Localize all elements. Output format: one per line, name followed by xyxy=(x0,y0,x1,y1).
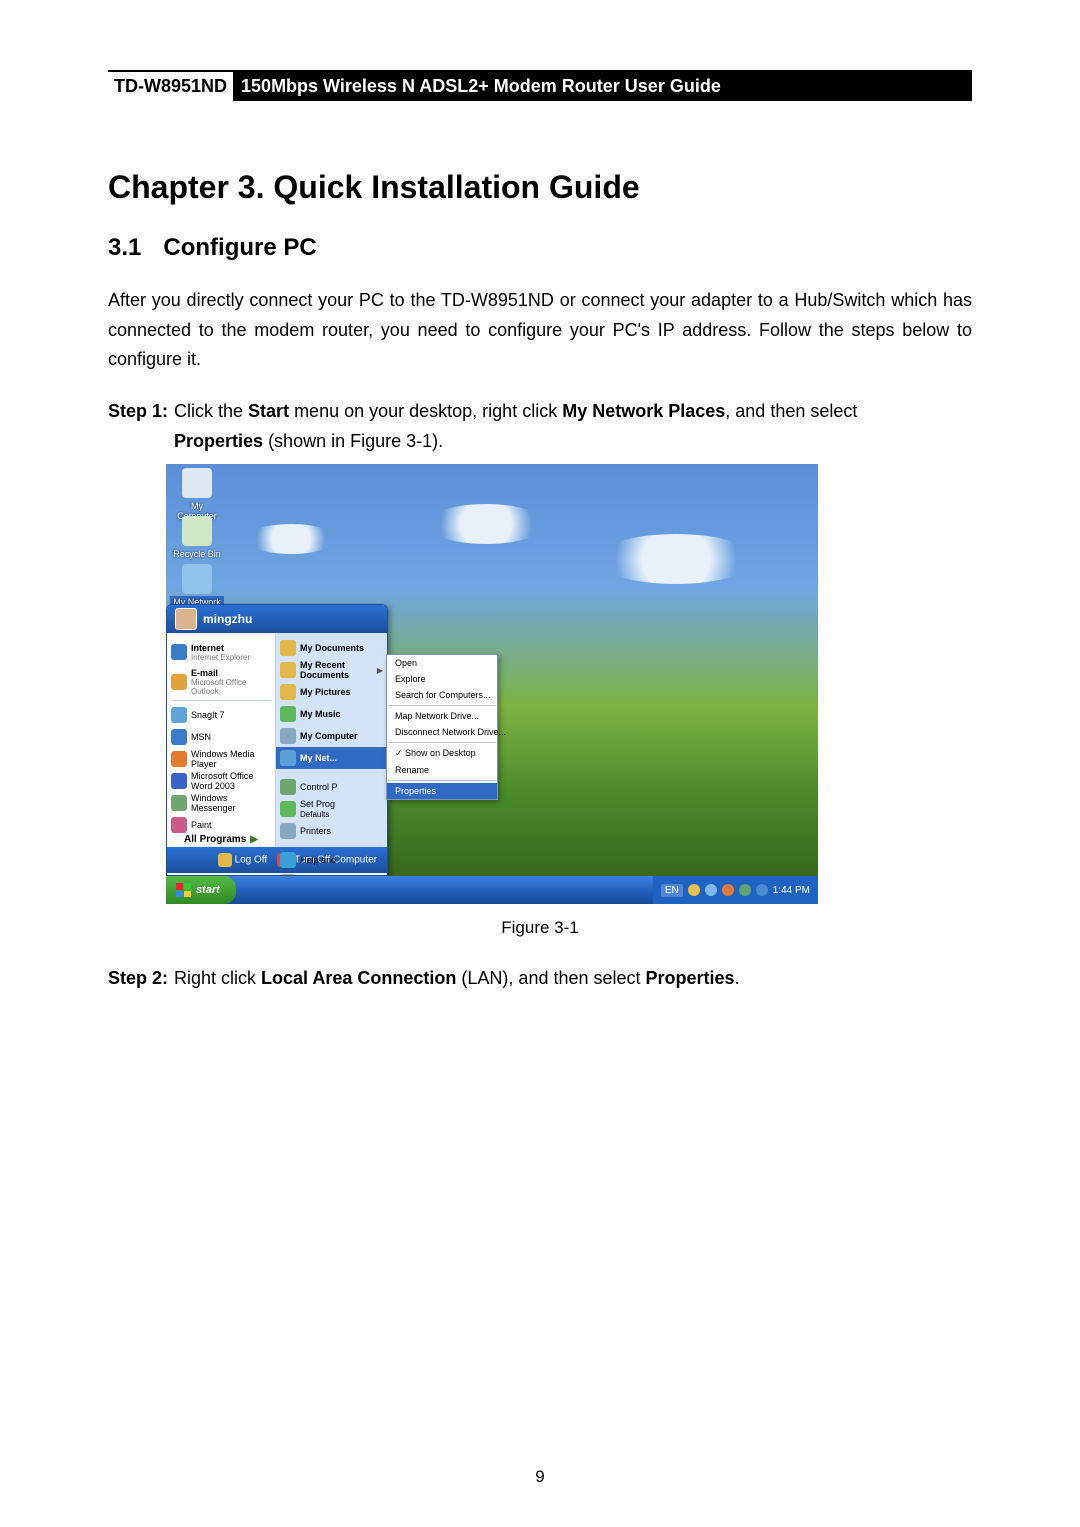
ctx-map-drive[interactable]: Map Network Drive... xyxy=(387,708,497,724)
doc-model: TD-W8951ND xyxy=(108,72,233,101)
user-avatar xyxy=(175,608,197,630)
tray-icon[interactable] xyxy=(705,884,717,896)
tray-icon[interactable] xyxy=(722,884,734,896)
music-icon xyxy=(280,706,296,722)
computer-icon xyxy=(182,468,212,498)
sm-msn[interactable]: MSN xyxy=(167,726,275,748)
figure-3-1-screenshot: My Computer Recycle Bin My Network Place… xyxy=(166,464,818,904)
ctx-rename[interactable]: Rename xyxy=(387,762,497,778)
section-heading: 3.1 Configure PC xyxy=(108,234,972,262)
help-icon xyxy=(280,852,296,868)
log-off-button[interactable]: Log Off xyxy=(218,853,268,867)
doc-subtitle: 150Mbps Wireless N ADSL2+ Modem Router U… xyxy=(233,72,972,101)
start-menu[interactable]: mingzhu InternetInternet Explorer E-mail… xyxy=(166,604,388,876)
computer-icon xyxy=(280,728,296,744)
printer-icon xyxy=(280,823,296,839)
folder-icon xyxy=(280,662,296,678)
desktop-icon-my-computer[interactable]: My Computer xyxy=(170,468,224,522)
ctx-search-computers[interactable]: Search for Computers... xyxy=(387,687,497,703)
tray-icon[interactable] xyxy=(739,884,751,896)
sm-internet[interactable]: InternetInternet Explorer xyxy=(167,637,275,667)
ie-icon xyxy=(171,644,187,660)
tray-icon[interactable] xyxy=(756,884,768,896)
section-title: Configure PC xyxy=(163,234,316,261)
taskbar: start EN 1:44 PM xyxy=(166,876,818,904)
start-menu-right: My Documents My Recent Documents▶ My Pic… xyxy=(276,633,387,847)
network-places-icon xyxy=(182,564,212,594)
figure-caption: Figure 3-1 xyxy=(108,918,972,938)
sm-my-network-places[interactable]: My Net... xyxy=(276,747,387,769)
sm-my-pictures[interactable]: My Pictures xyxy=(276,681,387,703)
clock[interactable]: 1:44 PM xyxy=(773,885,810,896)
sm-my-music[interactable]: My Music xyxy=(276,703,387,725)
step-2: Step 2: Right click Local Area Connectio… xyxy=(108,964,972,994)
step-2-label: Step 2: xyxy=(108,964,168,994)
step-1: Step 1: Click the Start menu on your des… xyxy=(108,397,972,456)
language-indicator[interactable]: EN xyxy=(661,884,683,897)
tray-icon[interactable] xyxy=(688,884,700,896)
sm-my-documents[interactable]: My Documents xyxy=(276,637,387,659)
sm-printers[interactable]: Printers xyxy=(276,820,387,842)
sm-snagit[interactable]: SnagIt 7 xyxy=(167,704,275,726)
ctx-open[interactable]: Open xyxy=(387,655,497,671)
outlook-icon xyxy=(171,674,187,690)
triangle-right-icon: ▶ xyxy=(250,834,258,845)
chapter-title: Chapter 3. Quick Installation Guide xyxy=(108,169,972,206)
sm-control-panel[interactable]: Control P xyxy=(276,776,387,798)
sm-messenger[interactable]: Windows Messenger xyxy=(167,792,275,814)
ctx-disconnect-drive[interactable]: Disconnect Network Drive... xyxy=(387,724,497,740)
network-icon xyxy=(280,750,296,766)
start-menu-left: InternetInternet Explorer E-mailMicrosof… xyxy=(167,633,276,847)
logoff-icon xyxy=(218,853,232,867)
sm-set-program[interactable]: Set ProgDefaults xyxy=(276,798,387,820)
chevron-right-icon: ▶ xyxy=(377,666,383,675)
desktop-icon-recycle-bin[interactable]: Recycle Bin xyxy=(170,516,224,560)
doc-header: TD-W8951ND 150Mbps Wireless N ADSL2+ Mod… xyxy=(108,70,972,101)
ctx-properties[interactable]: Properties xyxy=(387,783,497,799)
windows-logo-icon xyxy=(176,883,191,897)
sm-recent-docs[interactable]: My Recent Documents▶ xyxy=(276,659,387,681)
start-menu-header: mingzhu xyxy=(167,605,387,633)
page: TD-W8951ND 150Mbps Wireless N ADSL2+ Mod… xyxy=(0,0,1080,1527)
all-programs[interactable]: All Programs▶ xyxy=(167,834,275,845)
recycle-bin-icon xyxy=(182,516,212,546)
sm-paint[interactable]: Paint xyxy=(167,814,275,836)
intro-paragraph: After you directly connect your PC to th… xyxy=(108,286,972,375)
folder-icon xyxy=(280,640,296,656)
ctx-show-on-desktop[interactable]: Show on Desktop xyxy=(387,745,497,762)
sm-help[interactable]: Help and xyxy=(276,849,387,871)
sm-email[interactable]: E-mailMicrosoft Office Outlook xyxy=(167,667,275,697)
ctx-explore[interactable]: Explore xyxy=(387,671,497,687)
user-name: mingzhu xyxy=(203,612,252,626)
folder-icon xyxy=(280,684,296,700)
system-tray: EN 1:44 PM xyxy=(653,876,818,904)
sm-word[interactable]: Microsoft Office Word 2003 xyxy=(167,770,275,792)
control-panel-icon xyxy=(280,779,296,795)
section-number: 3.1 xyxy=(108,234,141,261)
sm-wmp[interactable]: Windows Media Player xyxy=(167,748,275,770)
start-button[interactable]: start xyxy=(166,876,236,904)
sm-my-computer[interactable]: My Computer xyxy=(276,725,387,747)
context-menu[interactable]: Open Explore Search for Computers... Map… xyxy=(386,654,498,800)
page-number: 9 xyxy=(0,1467,1080,1487)
step-1-label: Step 1: xyxy=(108,397,168,456)
